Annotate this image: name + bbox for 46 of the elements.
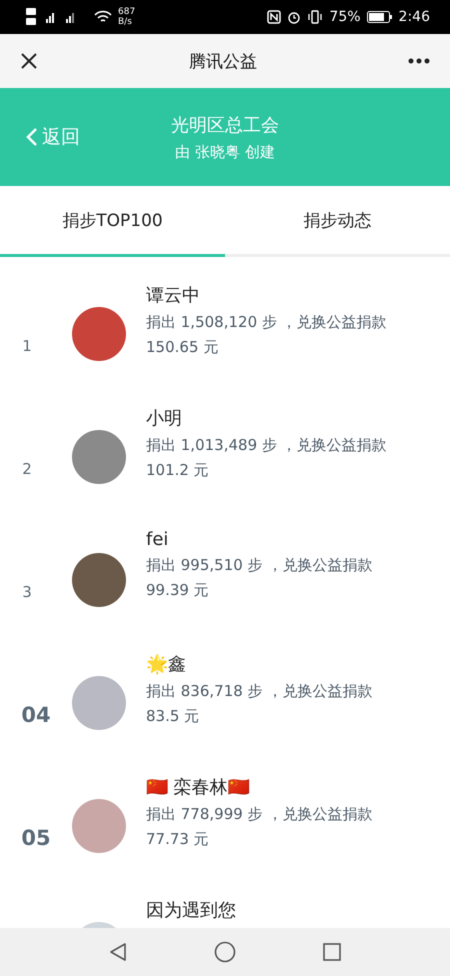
tab[interactable]: 捐步TOP100 [0, 186, 225, 257]
donation-amount: 101.2 元 [146, 461, 210, 480]
rank-number: 1 [22, 336, 32, 354]
more-icon [408, 58, 430, 64]
user-name: fei [146, 529, 170, 550]
donation-amount: 150.65 元 [146, 338, 220, 357]
avatar-photo [72, 306, 126, 360]
donation-amount: 99.39 元 [146, 581, 210, 600]
avatar-photo [72, 552, 126, 606]
square-recents-icon [322, 942, 342, 962]
donation-amount: 83.5 元 [146, 707, 200, 726]
battery-percent: 75% [329, 9, 361, 25]
close-icon [20, 52, 38, 70]
avatar-photo [72, 430, 126, 484]
wifi-icon [94, 10, 112, 24]
rank-number: 2 [22, 460, 32, 478]
user-name: 小明 [146, 407, 183, 430]
rank-number: 3 [22, 582, 32, 600]
circle-home-icon [214, 941, 236, 963]
group-creator: 由 张晓粤 创建 [175, 142, 275, 162]
user-name: 🇨🇳 栾春林🇨🇳 [146, 776, 251, 799]
avatar-photo [72, 676, 126, 730]
clock-time: 2:46 [398, 9, 430, 25]
rank-number: 05 [21, 826, 51, 850]
donation-amount: 77.73 元 [146, 830, 210, 849]
donation-text: 捐出 1,508,120 步 ，兑换公益捐款 [146, 313, 387, 332]
donation-text: 捐出 995,510 步 ，兑换公益捐款 [146, 556, 372, 575]
donation-text: 捐出 1,013,489 步 ，兑换公益捐款 [146, 436, 387, 455]
user-name: 🌟鑫 [146, 653, 187, 676]
donation-text: 捐出 836,718 步 ，兑换公益捐款 [146, 682, 372, 701]
chevron-left-icon [26, 127, 38, 147]
tab[interactable]: 捐步动态 [225, 186, 450, 257]
user-name: 谭云中 [146, 284, 201, 307]
battery-icon [366, 11, 393, 23]
vibrate-icon [307, 10, 324, 24]
group-name: 光明区总工会 [171, 114, 279, 136]
rank-number: 04 [21, 702, 51, 726]
net-speed: 687 [118, 7, 136, 17]
triangle-back-icon [108, 942, 128, 962]
page-title: 腾讯公益 [188, 50, 258, 72]
net-speed-unit: B/s [118, 17, 133, 27]
avatar-photo [72, 798, 126, 852]
user-name: 因为遇到您 [146, 899, 236, 922]
alarm-icon [287, 10, 302, 24]
nfc-icon [267, 10, 282, 24]
donation-text: 捐出 778,999 步 ，兑换公益捐款 [146, 805, 372, 824]
